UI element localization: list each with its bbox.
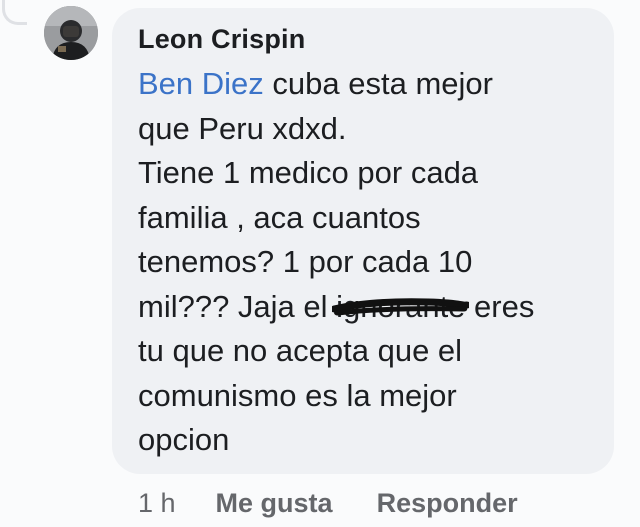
comment-timestamp[interactable]: 1 h [138,488,176,519]
comment-actions: 1 h Me gusta Responder [138,488,562,519]
comment-text: Ben Diez cuba esta mejor que Peru xdxd. … [138,62,608,463]
reply-button[interactable]: Responder [377,488,518,519]
comment-line: mil??? Jaja el [138,288,337,324]
mention-link[interactable]: Ben Diez [138,66,264,101]
scribbled-word: ignorante [332,285,470,330]
comment-line: cuba esta mejor [263,66,493,101]
comment-line: que Peru xdxd. [138,110,347,146]
comment-line: comunismo es la mejor [138,377,457,413]
avatar[interactable] [44,6,98,60]
comment-line: opcion [138,422,230,457]
comment-line: familia , aca cuantos [138,199,421,235]
comment-thread: Leon Crispin Ben Diez cuba esta mejor qu… [0,0,640,527]
scribbled-word-text: ignorante [336,288,466,324]
comment-line: tu que no acepta que el [138,333,463,368]
comment-line: eres [465,288,535,324]
comment-line: tenemos? 1 por cada 10 [138,244,473,279]
profile-photo-icon [44,6,98,60]
like-button[interactable]: Me gusta [216,488,333,519]
thread-connector-line [2,0,27,25]
comment-author[interactable]: Leon Crispin [138,24,305,55]
comment-line: Tiene 1 medico por cada [138,155,479,190]
